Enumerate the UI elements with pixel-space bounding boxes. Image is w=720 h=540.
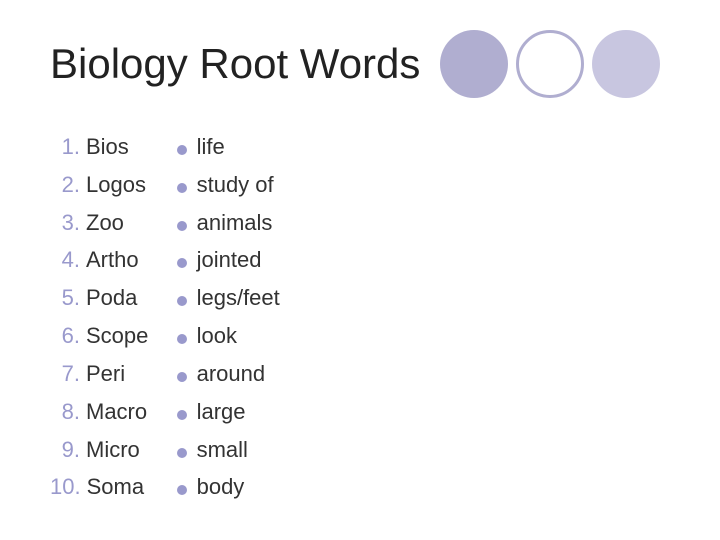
term-item-2: 2. Logos: [50, 166, 157, 204]
page-container: Biology Root Words 1. Bios 2. Logos 3. Z…: [0, 0, 720, 540]
item-number-10: 10.: [50, 468, 81, 506]
definition-text-8: large: [197, 393, 246, 431]
definition-item-2: study of: [177, 166, 280, 204]
bullet-dot-7: [177, 372, 187, 382]
definition-text-2: study of: [197, 166, 274, 204]
definition-item-9: small: [177, 431, 280, 469]
term-word-8: Macro: [86, 393, 156, 431]
term-item-8: 8. Macro: [50, 393, 157, 431]
definition-text-4: jointed: [197, 241, 262, 279]
bullet-dot-6: [177, 334, 187, 344]
term-word-6: Scope: [86, 317, 156, 355]
definition-item-3: animals: [177, 204, 280, 242]
bullet-dot-3: [177, 221, 187, 231]
term-word-7: Peri: [86, 355, 156, 393]
definition-text-6: look: [197, 317, 237, 355]
definition-text-10: body: [197, 468, 245, 506]
circle-2: [516, 30, 584, 98]
bullet-dot-5: [177, 296, 187, 306]
term-word-2: Logos: [86, 166, 156, 204]
bullet-dot-2: [177, 183, 187, 193]
item-number-4: 4.: [50, 241, 80, 279]
bullet-dot-4: [177, 258, 187, 268]
bullet-dot-1: [177, 145, 187, 155]
circle-1: [440, 30, 508, 98]
circle-3: [592, 30, 660, 98]
content-area: 1. Bios 2. Logos 3. Zoo 4. Artho 5. Poda…: [50, 128, 670, 506]
term-item-9: 9. Micro: [50, 431, 157, 469]
term-item-7: 7. Peri: [50, 355, 157, 393]
item-number-8: 8.: [50, 393, 80, 431]
term-word-5: Poda: [86, 279, 156, 317]
term-item-6: 6. Scope: [50, 317, 157, 355]
item-number-6: 6.: [50, 317, 80, 355]
bullet-dot-9: [177, 448, 187, 458]
definition-item-6: look: [177, 317, 280, 355]
item-number-7: 7.: [50, 355, 80, 393]
definition-item-1: life: [177, 128, 280, 166]
item-number-1: 1.: [50, 128, 80, 166]
term-item-4: 4. Artho: [50, 241, 157, 279]
item-number-5: 5.: [50, 279, 80, 317]
term-word-10: Soma: [87, 468, 157, 506]
term-word-4: Artho: [86, 241, 156, 279]
bullet-dot-8: [177, 410, 187, 420]
item-number-2: 2.: [50, 166, 80, 204]
page-title: Biology Root Words: [50, 40, 420, 88]
definition-text-9: small: [197, 431, 248, 469]
definition-item-4: jointed: [177, 241, 280, 279]
bullet-dot-10: [177, 485, 187, 495]
term-item-1: 1. Bios: [50, 128, 157, 166]
definition-item-10: body: [177, 468, 280, 506]
definition-item-5: legs/feet: [177, 279, 280, 317]
item-number-3: 3.: [50, 204, 80, 242]
definition-text-3: animals: [197, 204, 273, 242]
term-word-3: Zoo: [86, 204, 156, 242]
definition-text-7: around: [197, 355, 266, 393]
definition-item-8: large: [177, 393, 280, 431]
definition-item-7: around: [177, 355, 280, 393]
term-item-10: 10. Soma: [50, 468, 157, 506]
definitions-list: life study of animals jointed legs/feet …: [177, 128, 280, 506]
term-word-9: Micro: [86, 431, 156, 469]
term-item-3: 3. Zoo: [50, 204, 157, 242]
definition-text-1: life: [197, 128, 225, 166]
header-area: Biology Root Words: [50, 30, 670, 98]
term-word-1: Bios: [86, 128, 156, 166]
term-item-5: 5. Poda: [50, 279, 157, 317]
terms-list: 1. Bios 2. Logos 3. Zoo 4. Artho 5. Poda…: [50, 128, 157, 506]
item-number-9: 9.: [50, 431, 80, 469]
definition-text-5: legs/feet: [197, 279, 280, 317]
circles-container: [440, 30, 660, 98]
